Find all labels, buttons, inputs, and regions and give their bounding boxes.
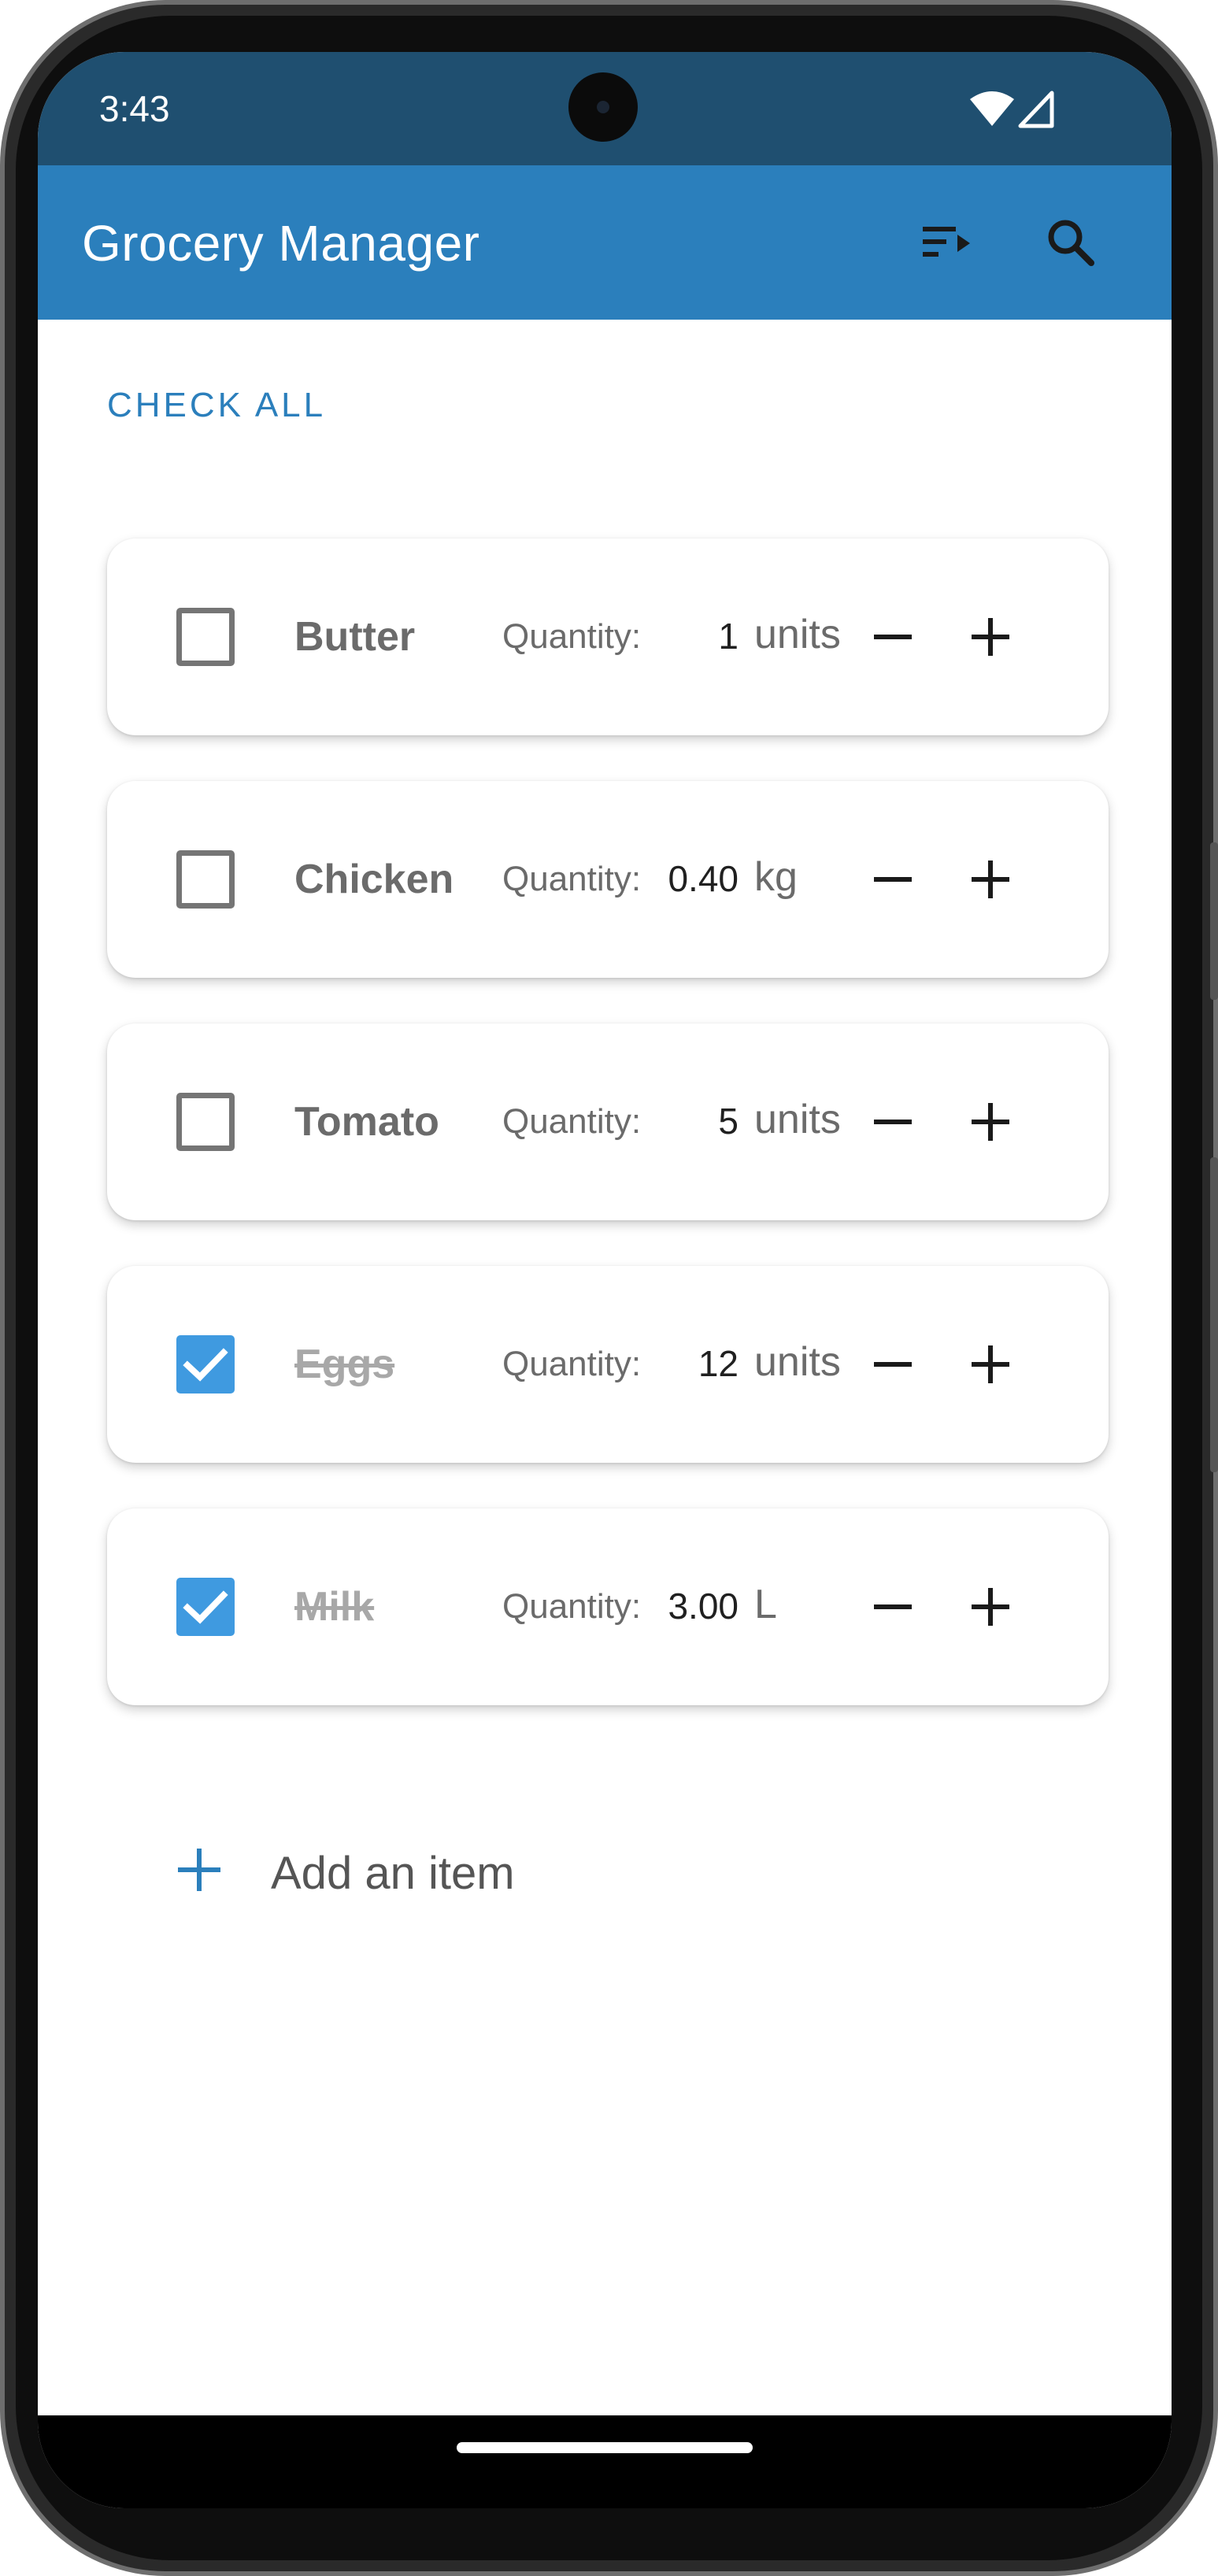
phone-screen: 3:43 Grocery Manager CHECK ALL Butter Qu… — [38, 52, 1172, 2508]
add-item-button[interactable]: Add an item — [172, 1823, 723, 1918]
volume-button — [1210, 842, 1218, 1000]
list-item: Chicken Quantity: 0.40 kg — [107, 781, 1109, 978]
home-gesture-handle[interactable] — [457, 2442, 753, 2453]
item-name: Chicken — [294, 857, 454, 902]
plus-icon — [972, 1103, 1009, 1141]
search-button[interactable] — [1031, 203, 1110, 282]
decrease-button[interactable] — [853, 598, 932, 676]
quantity-value: 3.00 — [668, 1586, 739, 1627]
quantity-value: 1 — [718, 616, 739, 657]
add-item-label: Add an item — [271, 1848, 515, 1899]
item-checkbox[interactable] — [176, 1335, 235, 1393]
list-item: Butter Quantity: 1 units — [107, 539, 1109, 735]
minus-icon — [874, 635, 912, 639]
cell-signal-icon — [1018, 91, 1054, 128]
list-item: Eggs Quantity: 12 units — [107, 1266, 1109, 1463]
check-all-button[interactable]: CHECK ALL — [107, 386, 326, 425]
quantity-unit: units — [754, 1339, 841, 1385]
quantity-unit: L — [754, 1582, 777, 1627]
quantity-value: 12 — [698, 1343, 739, 1384]
decrease-button[interactable] — [853, 1083, 932, 1161]
plus-icon — [972, 1345, 1009, 1383]
plus-icon — [972, 1588, 1009, 1626]
app-title: Grocery Manager — [82, 215, 480, 272]
search-icon — [1048, 220, 1094, 266]
item-name: Tomato — [294, 1099, 439, 1145]
quantity-label: Quantity: — [502, 860, 642, 898]
sort-button[interactable] — [907, 203, 986, 282]
item-name: Eggs — [294, 1342, 395, 1387]
add-plus-icon — [178, 1849, 220, 1891]
increase-button[interactable] — [951, 598, 1030, 676]
decrease-button[interactable] — [853, 1567, 932, 1646]
plus-icon — [972, 861, 1009, 898]
minus-icon — [874, 1362, 912, 1367]
item-name: Milk — [294, 1584, 375, 1630]
increase-button[interactable] — [951, 1567, 1030, 1646]
minus-icon — [874, 1120, 912, 1124]
decrease-button[interactable] — [853, 1325, 932, 1404]
app-bar: Grocery Manager — [38, 165, 1172, 320]
check-icon — [183, 1348, 228, 1382]
quantity-label: Quantity: — [502, 617, 642, 656]
list-item: Milk Quantity: 3.00 L — [107, 1508, 1109, 1705]
front-camera — [568, 72, 638, 142]
sort-icon — [923, 227, 970, 257]
plus-icon — [972, 618, 1009, 656]
item-checkbox[interactable] — [176, 1578, 235, 1636]
increase-button[interactable] — [951, 1325, 1030, 1404]
quantity-value: 0.40 — [668, 858, 739, 899]
camera-lens — [597, 101, 609, 113]
increase-button[interactable] — [951, 840, 1030, 919]
item-checkbox[interactable] — [176, 608, 235, 666]
status-time: 3:43 — [99, 88, 170, 129]
minus-icon — [874, 1604, 912, 1609]
check-icon — [183, 1590, 228, 1624]
increase-button[interactable] — [951, 1083, 1030, 1161]
quantity-label: Quantity: — [502, 1587, 642, 1626]
decrease-button[interactable] — [853, 840, 932, 919]
quantity-label: Quantity: — [502, 1345, 642, 1383]
grocery-list: Butter Quantity: 1 units Chicken Quantit… — [107, 539, 1109, 1751]
quantity-label: Quantity: — [502, 1102, 642, 1141]
quantity-unit: kg — [754, 854, 798, 900]
quantity-unit: units — [754, 1097, 841, 1142]
wifi-icon — [970, 91, 1014, 126]
list-item: Tomato Quantity: 5 units — [107, 1023, 1109, 1220]
item-checkbox[interactable] — [176, 850, 235, 909]
power-button — [1210, 1157, 1218, 1472]
navigation-bar — [38, 2415, 1172, 2508]
status-bar: 3:43 — [38, 52, 1172, 165]
status-icons — [968, 90, 1063, 129]
minus-icon — [874, 877, 912, 882]
quantity-value: 5 — [718, 1101, 739, 1142]
quantity-unit: units — [754, 612, 841, 657]
item-checkbox[interactable] — [176, 1093, 235, 1151]
item-name: Butter — [294, 614, 416, 660]
